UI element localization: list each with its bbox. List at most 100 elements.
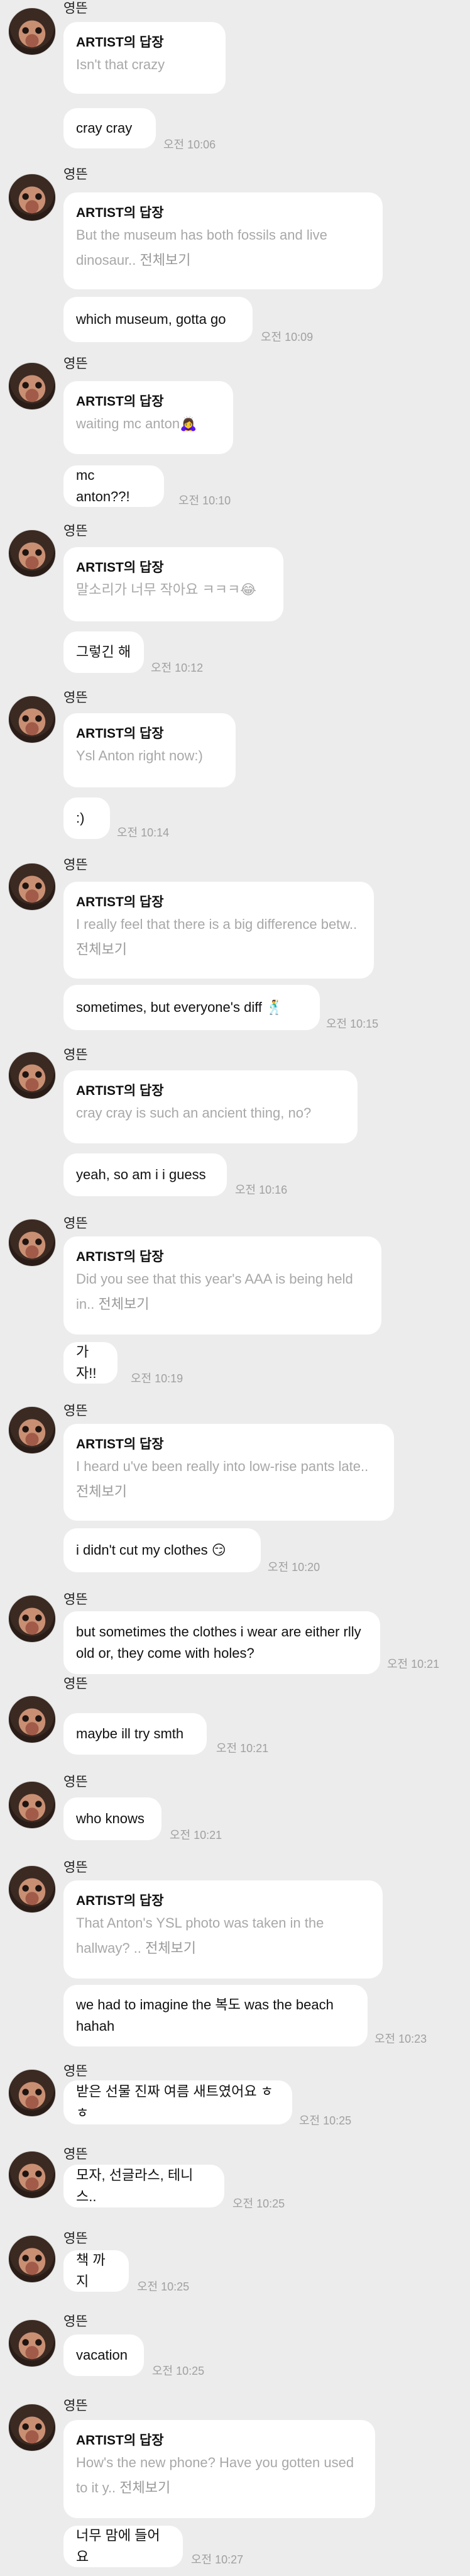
message-bubble[interactable]: we had to imagine the 복도 was the beach h… xyxy=(63,1985,368,2046)
message-bubble[interactable]: which museum, gotta go xyxy=(63,297,253,342)
reply-text: waiting mc anton🙇‍♀️ xyxy=(76,416,197,431)
reply-text-content: But the museum has both fossils and live… xyxy=(76,227,327,268)
avatar[interactable] xyxy=(8,8,56,55)
reply-text-content: That Anton's YSL photo was taken in the … xyxy=(76,1915,324,1956)
sender-name: 영뜬 xyxy=(63,2314,88,2329)
reply-header: ARTIST의 답장 xyxy=(76,1250,164,1264)
message-time: 오전 10:25 xyxy=(137,2280,190,2293)
message-time: 오전 10:09 xyxy=(261,331,314,343)
reply-bubble[interactable]: ARTIST의 답장 Did you see that this year's … xyxy=(63,1236,381,1335)
avatar[interactable] xyxy=(8,530,56,577)
message-bubble[interactable]: :) xyxy=(63,797,110,839)
message-bubble[interactable]: cray cray xyxy=(63,108,156,148)
message-text: who knows xyxy=(76,1811,145,1826)
message-bubble[interactable]: 책 까지 xyxy=(63,2250,129,2292)
more-link[interactable]: 전체보기 xyxy=(76,1484,127,1499)
reply-text-content: How's the new phone? Have you gotten use… xyxy=(76,2455,354,2496)
message-bubble[interactable]: 너무 맘에 들어요 xyxy=(63,2526,183,2567)
sender-name: 영뜬 xyxy=(63,2147,88,2162)
message-text: cray cray xyxy=(76,120,133,136)
reply-text: Did you see that this year's AAA is bein… xyxy=(76,1267,369,1317)
avatar[interactable] xyxy=(8,2404,56,2451)
avatar[interactable] xyxy=(8,2069,56,2117)
sender-name: 영뜬 xyxy=(63,858,88,872)
message-text: :) xyxy=(76,810,85,826)
avatar[interactable] xyxy=(8,1219,56,1267)
message-bubble[interactable]: i didn't cut my clothes 😏 xyxy=(63,1528,261,1572)
avatar[interactable] xyxy=(8,362,56,410)
reply-bubble[interactable]: ARTIST의 답장 waiting mc anton🙇‍♀️ xyxy=(63,381,233,454)
reply-text: Isn't that crazy xyxy=(76,57,165,72)
reply-bubble[interactable]: ARTIST의 답장 Ysl Anton right now:) xyxy=(63,713,236,787)
message-text: 받은 선물 진짜 여름 새트였어요 ㅎㅎ xyxy=(76,2084,273,2121)
reply-bubble[interactable]: ARTIST의 답장 cray cray is such an ancient … xyxy=(63,1070,358,1143)
message-text: maybe ill try smth xyxy=(76,1726,184,1741)
more-link[interactable]: 전체보기 xyxy=(140,252,191,268)
message-text: but sometimes the clothes i wear are eit… xyxy=(76,1624,361,1661)
reply-header: ARTIST의 답장 xyxy=(76,560,164,575)
message-time: 오전 10:21 xyxy=(216,1742,269,1755)
message-bubble[interactable]: vacation xyxy=(63,2334,144,2376)
message-bubble[interactable]: 가자!! xyxy=(63,1342,117,1384)
reply-text: But the museum has both fossils and live… xyxy=(76,223,370,273)
reply-header: ARTIST의 답장 xyxy=(76,895,164,909)
message-text: 가자!! xyxy=(76,1344,97,1381)
message-time: 오전 10:15 xyxy=(326,1018,379,1030)
message-time: 오전 10:12 xyxy=(151,662,204,674)
reply-text: How's the new phone? Have you gotten use… xyxy=(76,2450,363,2501)
avatar[interactable] xyxy=(8,1865,56,1913)
message-time: 오전 10:21 xyxy=(387,1658,440,1670)
reply-bubble[interactable]: ARTIST의 답장 How's the new phone? Have you… xyxy=(63,2420,375,2518)
message-text: 그렇긴 해 xyxy=(76,644,131,660)
avatar[interactable] xyxy=(8,2319,56,2367)
message-bubble[interactable]: sometimes, but everyone's diff 🕺 xyxy=(63,985,320,1030)
avatar[interactable] xyxy=(8,1406,56,1454)
avatar[interactable] xyxy=(8,1595,56,1643)
reply-text: That Anton's YSL photo was taken in the … xyxy=(76,1911,370,1961)
message-bubble[interactable]: yeah, so am i i guess xyxy=(63,1153,227,1196)
reply-text: I really feel that there is a big differ… xyxy=(76,912,361,962)
avatar[interactable] xyxy=(8,1052,56,1099)
reply-header: ARTIST의 답장 xyxy=(76,394,164,409)
avatar[interactable] xyxy=(8,696,56,743)
avatar[interactable] xyxy=(8,1781,56,1829)
sender-name: 영뜬 xyxy=(63,691,88,705)
message-bubble[interactable]: maybe ill try smth xyxy=(63,1713,207,1755)
more-link[interactable]: 전체보기 xyxy=(145,1940,196,1956)
reply-text-content: I heard u've been really into low-rise p… xyxy=(76,1458,369,1474)
reply-bubble[interactable]: ARTIST의 답장 But the museum has both fossi… xyxy=(63,192,383,289)
sender-name: 영뜬 xyxy=(63,2231,88,2246)
reply-header: ARTIST의 답장 xyxy=(76,1084,164,1098)
avatar[interactable] xyxy=(8,863,56,911)
avatar[interactable] xyxy=(8,2235,56,2283)
avatar[interactable] xyxy=(8,1696,56,1743)
more-link[interactable]: 전체보기 xyxy=(98,1296,149,1312)
message-bubble[interactable]: 받은 선물 진짜 여름 새트였어요 ㅎㅎ xyxy=(63,2080,292,2124)
reply-bubble[interactable]: ARTIST의 답장 I really feel that there is a… xyxy=(63,882,374,979)
sender-name: 영뜬 xyxy=(63,1860,88,1875)
reply-header: ARTIST의 답장 xyxy=(76,1437,164,1452)
message-text: sometimes, but everyone's diff 🕺 xyxy=(76,999,283,1015)
message-bubble[interactable]: who knows xyxy=(63,1797,161,1840)
message-bubble[interactable]: but sometimes the clothes i wear are eit… xyxy=(63,1611,380,1674)
message-time: 오전 10:14 xyxy=(117,826,170,839)
sender-name: 영뜬 xyxy=(63,1048,88,1062)
avatar[interactable] xyxy=(8,2151,56,2199)
sender-name: 영뜬 xyxy=(63,1677,88,1691)
more-link[interactable]: 전체보기 xyxy=(76,941,127,957)
message-bubble[interactable]: 그렇긴 해 xyxy=(63,631,144,673)
message-time: 오전 10:25 xyxy=(299,2114,352,2127)
avatar[interactable] xyxy=(8,174,56,221)
reply-bubble[interactable]: ARTIST의 답장 That Anton's YSL photo was ta… xyxy=(63,1880,383,1979)
reply-text-content: I really feel that there is a big differ… xyxy=(76,916,358,932)
more-link[interactable]: 전체보기 xyxy=(119,2480,170,2496)
message-bubble[interactable]: mc anton??! xyxy=(63,465,164,507)
sender-name: 영뜬 xyxy=(63,1404,88,1418)
message-bubble[interactable]: 모자, 선글라스, 테니스.. xyxy=(63,2165,224,2207)
reply-bubble[interactable]: ARTIST의 답장 Isn't that crazy xyxy=(63,22,226,94)
message-text: i didn't cut my clothes 😏 xyxy=(76,1542,226,1558)
reply-bubble[interactable]: ARTIST의 답장 말소리가 너무 작아요 ㅋㅋㅋ😂 xyxy=(63,547,283,621)
message-text: 책 까지 xyxy=(76,2252,106,2289)
reply-bubble[interactable]: ARTIST의 답장 I heard u've been really into… xyxy=(63,1424,394,1521)
message-time: 오전 10:27 xyxy=(191,2553,244,2566)
